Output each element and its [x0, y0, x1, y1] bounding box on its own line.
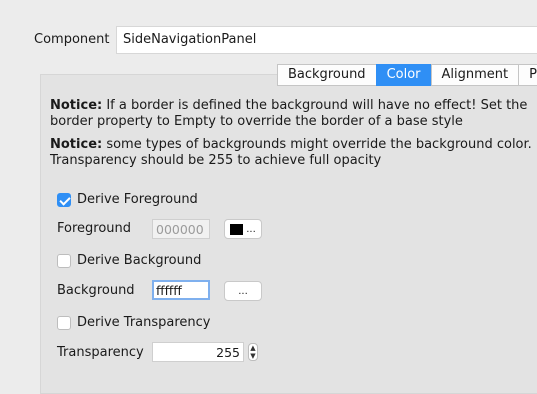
derive-transparency-label: Derive Transparency	[77, 315, 211, 330]
background-hex-field[interactable]: ffffff	[152, 280, 210, 300]
foreground-color-picker-button[interactable]: ...	[224, 219, 262, 239]
color-swatch	[230, 223, 244, 235]
checkbox-unchecked-icon	[57, 253, 71, 268]
notice-text: If a border is defined the background wi…	[50, 98, 528, 129]
transparency-label: Transparency	[57, 345, 144, 360]
transparency-spinner[interactable]: ▲ ▼	[248, 343, 258, 361]
checkbox-unchecked-icon	[57, 315, 71, 330]
transparency-field[interactable]: 255	[152, 342, 244, 362]
foreground-label: Foreground	[57, 221, 132, 236]
foreground-hex-field[interactable]: 000000	[152, 219, 210, 239]
transparency-notice: Notice: some types of backgrounds might …	[50, 137, 537, 169]
notice-title: Notice:	[50, 137, 103, 152]
background-color-picker-button[interactable]: ...	[224, 281, 262, 301]
spinner-up-icon[interactable]: ▲	[249, 344, 257, 352]
derive-foreground-label: Derive Foreground	[77, 192, 198, 207]
component-label: Component	[34, 32, 110, 47]
derive-transparency-checkbox[interactable]: Derive Transparency	[57, 315, 211, 330]
component-name-field[interactable]: SideNavigationPanel	[116, 26, 537, 54]
tab-background[interactable]: Background	[277, 64, 377, 86]
tab-color[interactable]: Color	[375, 64, 432, 86]
derive-foreground-checkbox[interactable]: Derive Foreground	[57, 192, 198, 207]
notice-title: Notice:	[50, 98, 103, 113]
background-label: Background	[57, 283, 135, 298]
picker-ellipsis: ...	[238, 285, 248, 297]
spinner-down-icon[interactable]: ▼	[249, 352, 257, 360]
derive-background-checkbox[interactable]: Derive Background	[57, 253, 201, 268]
style-tabs: Background Color Alignment Pa	[277, 64, 537, 86]
border-notice: Notice: If a border is defined the backg…	[50, 98, 537, 130]
tab-alignment[interactable]: Alignment	[430, 64, 520, 86]
checkbox-checked-icon	[57, 192, 71, 207]
notice-text: some types of backgrounds might override…	[50, 137, 532, 168]
tab-padding[interactable]: Pa	[518, 64, 537, 86]
picker-ellipsis: ...	[246, 223, 256, 235]
derive-background-label: Derive Background	[77, 253, 202, 268]
